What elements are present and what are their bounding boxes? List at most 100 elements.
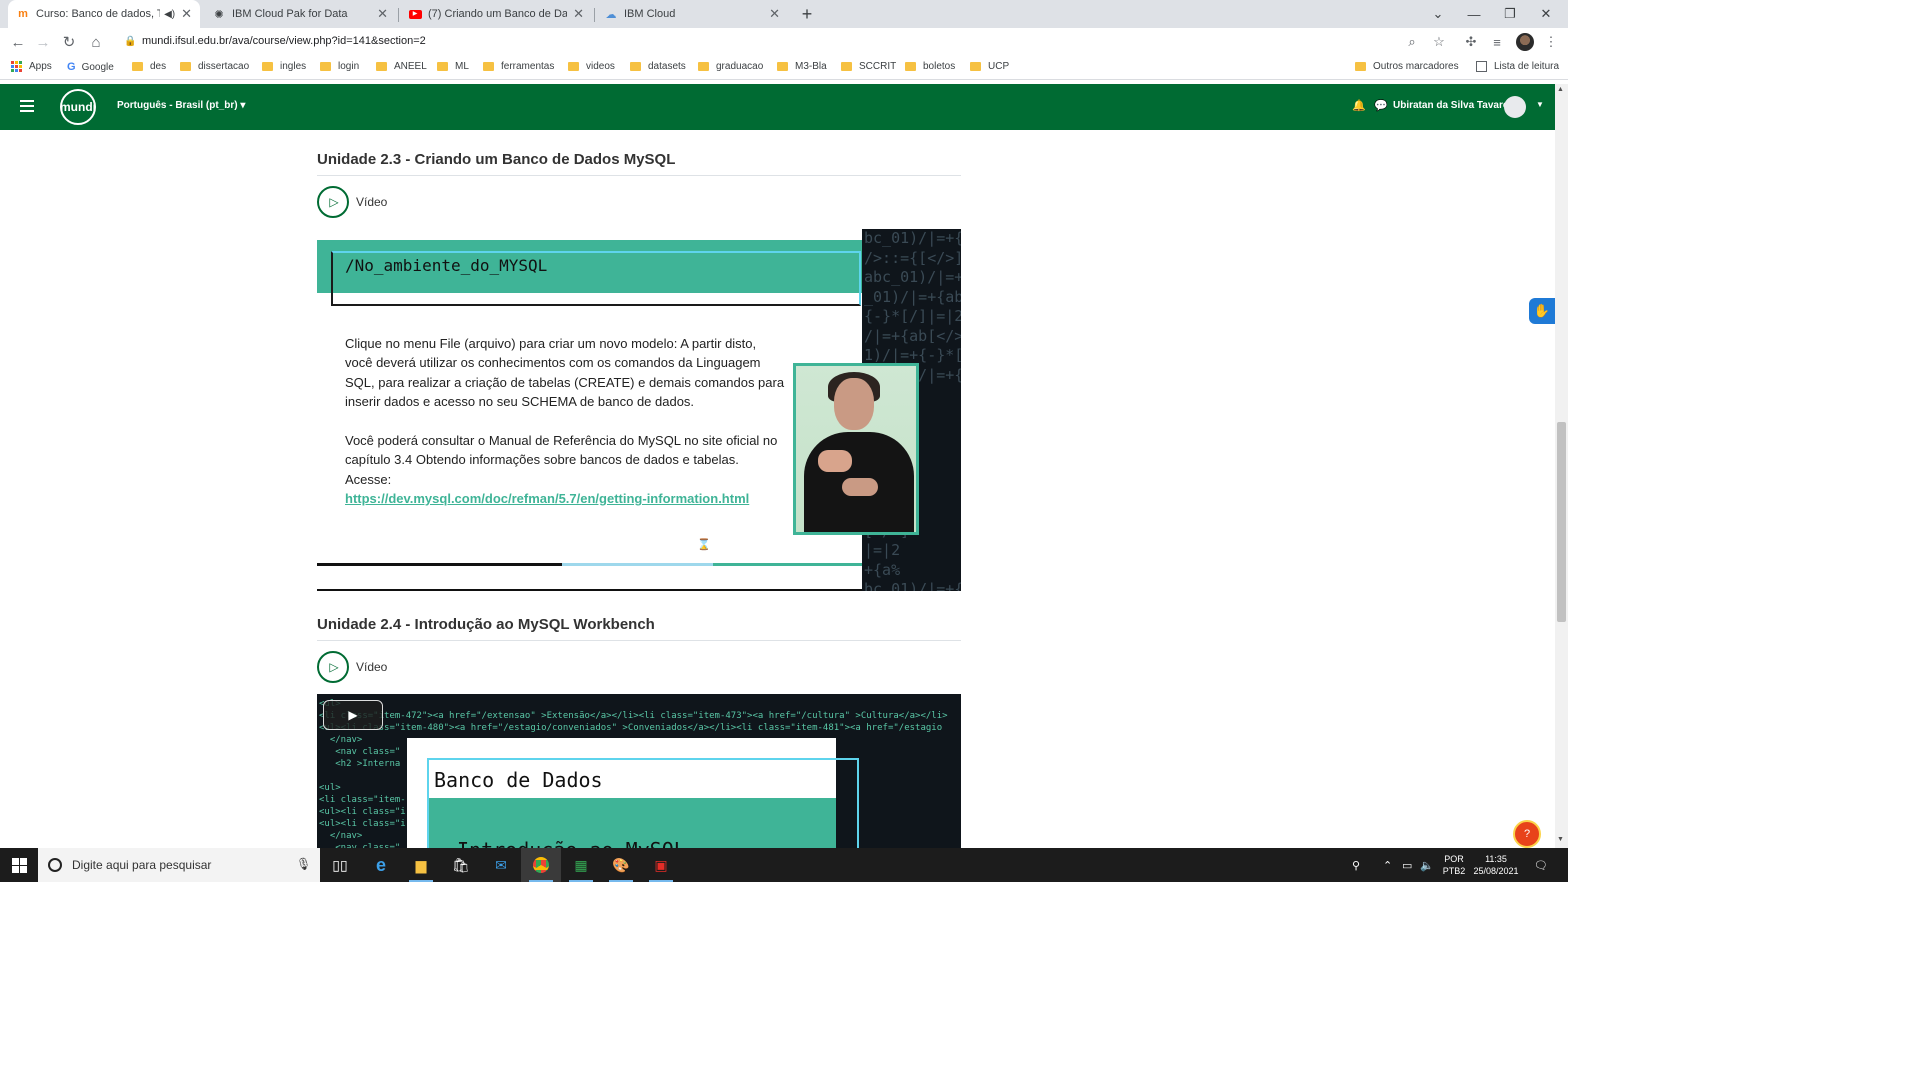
bookmark-google[interactable]: G Google: [67, 61, 114, 73]
tab-ibm-cloud[interactable]: ☁ IBM Cloud ✕: [596, 0, 788, 28]
speaker-icon[interactable]: ◀︎): [164, 9, 175, 20]
bookmark-folder[interactable]: datasets: [630, 61, 686, 72]
folder-icon: [841, 62, 852, 71]
forward-icon[interactable]: →: [33, 32, 53, 52]
task-view-icon[interactable]: ▯▯: [320, 848, 360, 882]
profile-avatar[interactable]: [1516, 33, 1534, 51]
file-explorer-icon[interactable]: ▆: [401, 848, 441, 882]
other-bookmarks[interactable]: Outros marcadores: [1355, 61, 1459, 72]
clock[interactable]: 11:35 25/08/2021: [1470, 853, 1522, 877]
bookmark-star-icon[interactable]: ☆: [1430, 33, 1448, 51]
bookmark-folder[interactable]: ingles: [262, 61, 306, 72]
user-avatar[interactable]: [1504, 96, 1526, 118]
user-menu-caret-icon[interactable]: ▼: [1536, 100, 1544, 109]
keyboard-language[interactable]: POR PTB2: [1440, 853, 1468, 877]
activity-label: Vídeo: [356, 195, 388, 209]
bookmark-folder[interactable]: M3-Bla: [777, 61, 827, 72]
site-logo[interactable]: mundi: [60, 89, 96, 125]
reading-list[interactable]: Lista de leitura: [1476, 61, 1559, 72]
bookmark-apps[interactable]: Apps: [11, 61, 52, 72]
bookmark-folder[interactable]: des: [132, 61, 166, 72]
video-activity-link[interactable]: ▷ Vídeo: [317, 186, 387, 218]
video-player[interactable]: <ul> <li class="item-472"><a href="/exte…: [317, 694, 961, 848]
language-selector[interactable]: Português - Brasil (pt_br) ▾: [117, 100, 245, 111]
folder-icon: [1355, 62, 1366, 71]
lock-icon[interactable]: 🔒: [124, 36, 136, 47]
minimize-icon[interactable]: —: [1456, 0, 1492, 28]
tab-ibm-cloud-pak[interactable]: ✺ IBM Cloud Pak for Data ✕: [204, 0, 396, 28]
network-icon[interactable]: ▭: [1402, 848, 1412, 882]
play-circle-icon: ▷: [317, 186, 349, 218]
close-tab-icon[interactable]: ✕: [573, 6, 584, 22]
reference-link[interactable]: https://dev.mysql.com/doc/refman/5.7/en/…: [345, 491, 749, 506]
edge-icon[interactable]: e: [361, 848, 401, 882]
bookmark-folder[interactable]: dissertacao: [180, 61, 249, 72]
messages-icon[interactable]: 💬: [1374, 99, 1388, 112]
start-button[interactable]: [0, 848, 38, 882]
notifications-bell-icon[interactable]: 🔔: [1352, 99, 1366, 112]
play-button[interactable]: ▶: [323, 700, 383, 730]
tab-label: IBM Cloud: [624, 8, 676, 20]
address-bar[interactable]: mundi.ifsul.edu.br/ava/course/view.php?i…: [142, 35, 426, 47]
menu-icon[interactable]: ⋮: [1542, 33, 1560, 51]
bookmark-folder[interactable]: videos: [568, 61, 615, 72]
tab-course[interactable]: m Curso: Banco de dados, Tópi ◀︎) ✕: [8, 0, 200, 28]
bookmark-folder[interactable]: SCCRIT: [841, 61, 896, 72]
back-icon[interactable]: ←: [8, 32, 28, 52]
user-name[interactable]: Ubiratan da Silva Tavares: [1393, 100, 1514, 111]
scrollbar-thumb[interactable]: [1557, 422, 1566, 622]
spreadsheet-icon[interactable]: ▦: [561, 848, 601, 882]
unit-title: Unidade 2.3 - Criando um Banco de Dados …: [317, 151, 676, 168]
activity-label: Vídeo: [356, 660, 388, 674]
people-icon[interactable]: ⚲: [1352, 848, 1360, 882]
paint-icon[interactable]: 🎨: [601, 848, 641, 882]
tab-youtube[interactable]: ▶ (7) Criando um Banco de Dados ✕: [400, 0, 592, 28]
taskbar-search[interactable]: Digite aqui para pesquisar 🎙: [38, 848, 320, 882]
notifications-icon[interactable]: 🗨: [1534, 848, 1548, 882]
mail-icon[interactable]: ✉: [481, 848, 521, 882]
bookmark-folder[interactable]: login: [320, 61, 359, 72]
bookmark-folder[interactable]: ML: [437, 61, 469, 72]
help-assistant-icon[interactable]: ?: [1513, 820, 1541, 848]
extensions-icon[interactable]: ✣: [1462, 33, 1480, 51]
video-bottom-edge: [317, 589, 862, 591]
microphone-icon[interactable]: 🎙: [296, 857, 311, 871]
volume-icon[interactable]: 🔈: [1420, 848, 1434, 882]
divider: [317, 175, 961, 176]
bookmark-folder[interactable]: ferramentas: [483, 61, 554, 72]
video-activity-link[interactable]: ▷ Vídeo: [317, 651, 387, 683]
reading-mode-icon[interactable]: ≡: [1488, 33, 1506, 51]
hamburger-menu-icon[interactable]: [20, 100, 34, 112]
bookmark-folder[interactable]: ANEEL: [376, 61, 427, 72]
scroll-down-icon[interactable]: ▼: [1557, 836, 1564, 843]
new-tab-icon[interactable]: +: [797, 4, 817, 24]
reload-icon[interactable]: ↻: [59, 32, 79, 52]
home-icon[interactable]: ⌂: [86, 32, 106, 52]
close-tab-icon[interactable]: ✕: [769, 6, 780, 22]
restore-icon[interactable]: ❐: [1492, 0, 1528, 28]
close-window-icon[interactable]: ✕: [1528, 0, 1564, 28]
chrome-icon[interactable]: [521, 848, 561, 882]
loading-cursor-icon: ⌛: [697, 539, 711, 551]
close-tab-icon[interactable]: ✕: [377, 6, 388, 22]
tray-overflow-icon[interactable]: ⌃: [1383, 848, 1392, 882]
bookmark-folder[interactable]: boletos: [905, 61, 955, 72]
video-progress-buffer: [713, 563, 862, 566]
moodle-icon: m: [18, 8, 28, 20]
tab-label: (7) Criando um Banco de Dados: [428, 8, 568, 20]
tab-search-icon[interactable]: ⌄: [1420, 0, 1456, 28]
apps-icon: [11, 61, 22, 72]
play-icon: ▶: [348, 708, 358, 722]
bookmark-folder[interactable]: graduacao: [698, 61, 763, 72]
page-scrollbar[interactable]: ▲ ▼: [1555, 84, 1568, 848]
slide-paragraph: Você poderá consultar o Manual de Referê…: [345, 433, 778, 507]
vlibras-accessibility-icon[interactable]: ✋: [1529, 298, 1555, 324]
close-tab-icon[interactable]: ✕: [181, 6, 192, 22]
pdf-reader-icon[interactable]: ▣: [641, 848, 681, 882]
zoom-icon[interactable]: ⌕: [1403, 33, 1421, 51]
scroll-up-icon[interactable]: ▲: [1557, 86, 1564, 93]
ibm-icon: ✺: [214, 8, 224, 21]
bookmark-folder[interactable]: UCP: [970, 61, 1009, 72]
store-icon[interactable]: 🛍: [441, 848, 481, 882]
video-player[interactable]: bc_01)/|=+{ />::={[</>]* abc_01)/|=+{ _0…: [317, 229, 961, 591]
